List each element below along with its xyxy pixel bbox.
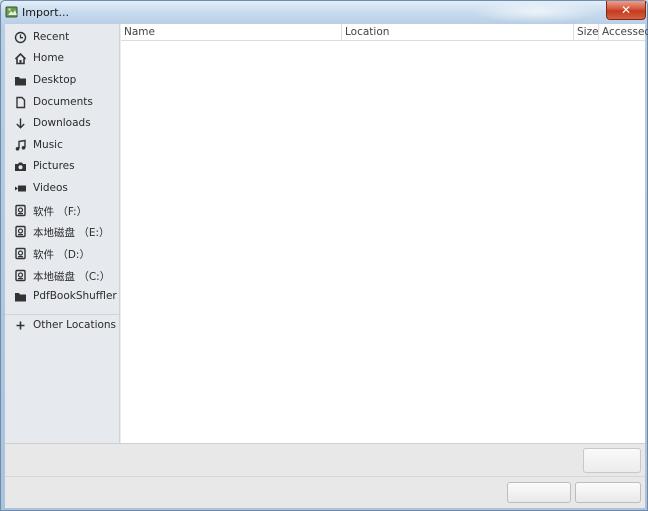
folder-icon [15,293,26,302]
app-icon [5,6,18,18]
sidebar-item-label: Videos [33,182,68,194]
cancel-button[interactable] [507,482,571,503]
sidebar-item-label: Other Locations [33,319,117,331]
clock-icon [14,31,27,44]
drive-icon [15,247,26,260]
sidebar-item-videos[interactable]: Videos [5,178,120,199]
column-header-name[interactable]: Name [121,24,342,41]
sidebar-item-label: PdfBookShuffler [33,290,117,302]
sidebar-item-label: Pictures [33,160,75,172]
camera-icon [15,162,26,171]
title-glow-decoration [471,1,601,23]
import-dialog-window: Import... ✕ Recent Home Desktop Document… [0,0,648,511]
file-list[interactable]: Name Location Size Accessed [121,24,648,443]
sidebar-item-music[interactable]: Music [5,135,120,156]
column-header-label: Name [124,26,155,38]
sidebar-item-label: Recent [33,31,70,43]
column-header-accessed[interactable]: Accessed [599,24,648,41]
column-header-label: Location [345,26,390,38]
folder-icon [15,77,26,86]
dialog-client-area: Recent Home Desktop Documents Downloads … [5,24,648,508]
sidebar-item-downloads[interactable]: Downloads [5,113,120,134]
sidebar-item-recent[interactable]: Recent [5,27,120,48]
file-type-filter[interactable] [583,448,641,473]
sidebar-item-drive-e[interactable]: 本地磁盘 （E:） [5,221,120,242]
drive-icon [15,204,26,217]
sidebar-item-pictures[interactable]: Pictures [5,156,120,177]
sidebar-item-label: Documents [33,96,93,108]
music-note-icon [15,139,26,151]
sidebar-item-drive-c[interactable]: 本地磁盘 （C:） [5,265,120,286]
column-header-size[interactable]: Size [574,24,599,41]
sidebar-item-label: 本地磁盘 （C:） [33,271,111,283]
window-title: Import... [22,6,69,19]
sidebar-item-documents[interactable]: Documents [5,92,120,113]
open-button[interactable] [575,482,641,503]
sidebar-item-label: 软件 （F:） [33,206,88,218]
column-header-location[interactable]: Location [342,24,574,41]
drive-icon [15,225,26,238]
sidebar-item-label: 软件 （D:） [33,249,90,261]
sidebar-item-label: Home [33,52,65,64]
sidebar-item-home[interactable]: Home [5,48,120,69]
sidebar-item-label: 本地磁盘 （E:） [33,227,110,239]
sidebar-item-other-locations[interactable]: Other Locations [5,315,120,336]
title-bar[interactable]: Import... ✕ [1,1,647,24]
filter-bar [5,443,645,476]
download-arrow-icon [16,118,25,129]
video-icon [15,185,26,192]
drive-icon [15,269,26,282]
sidebar-item-drive-d[interactable]: 软件 （D:） [5,243,120,264]
sidebar-item-label: Downloads [33,117,91,129]
close-button[interactable]: ✕ [606,1,646,20]
sidebar-item-drive-f[interactable]: 软件 （F:） [5,200,120,221]
action-bar [5,476,645,508]
sidebar-item-label: Music [33,139,63,151]
sidebar-item-label: Desktop [33,74,77,86]
document-icon [16,96,26,109]
home-icon [14,52,27,65]
places-sidebar: Recent Home Desktop Documents Downloads … [5,24,120,443]
sidebar-item-pdfbookshuffler[interactable]: PdfBookShuffler [5,286,120,307]
plus-icon [16,321,25,330]
column-header-label: Size [577,26,599,38]
sidebar-item-desktop[interactable]: Desktop [5,70,120,91]
column-header-label: Accessed [602,26,648,38]
